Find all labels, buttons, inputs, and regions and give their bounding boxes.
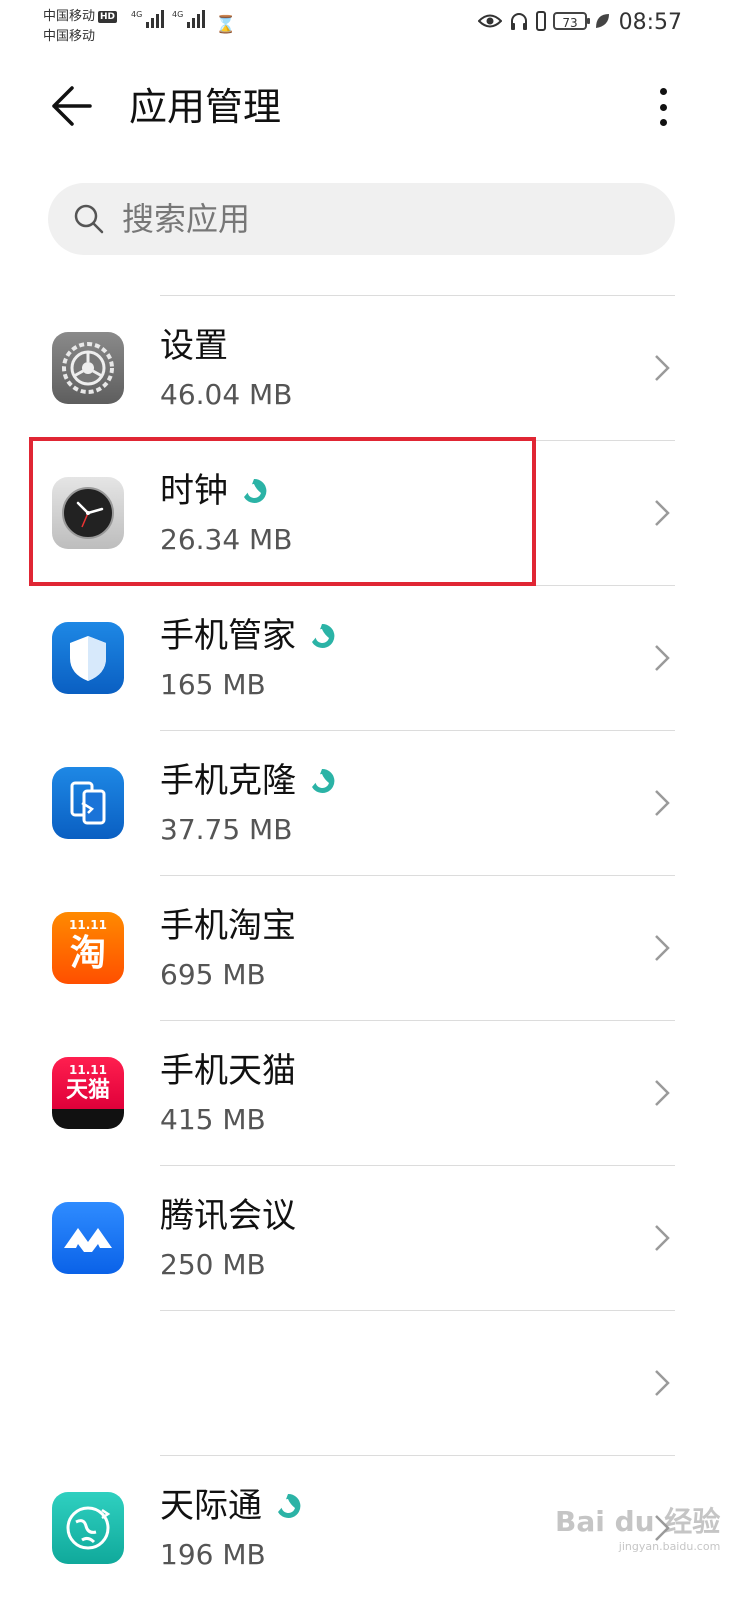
chevron-right-icon	[655, 790, 670, 816]
chevron-right-icon	[655, 500, 670, 526]
carrier-2: 中国移动	[43, 29, 96, 44]
network-type-2: 4G	[172, 10, 184, 19]
settings-icon	[52, 332, 124, 404]
carrier-1: 中国移动	[43, 9, 96, 24]
chevron-right-icon	[655, 1225, 670, 1251]
taobao-icon: 11.11 淘	[52, 912, 124, 984]
more-dot	[659, 103, 667, 111]
status-bar: 中国移动 HD 中国移动 4G 4G ⌛ 73 08:57	[0, 0, 738, 56]
signal-icon: 4G	[131, 10, 165, 28]
watermark-text: Bai du 经验	[555, 1505, 721, 1538]
watermark: Bai du 经验 jingyan.baidu.com	[555, 1500, 720, 1553]
app-size: 695 MB	[160, 958, 266, 991]
taobao-icon-top: 11.11	[69, 918, 107, 932]
app-size: 46.04 MB	[160, 378, 293, 411]
phone-clone-icon	[52, 767, 124, 839]
verified-badge-icon	[312, 623, 335, 648]
more-options-button[interactable]	[650, 86, 676, 128]
back-button[interactable]	[50, 84, 94, 128]
tmall-icon-text: 天猫	[65, 1078, 110, 1103]
chevron-right-icon	[655, 1370, 670, 1396]
eye-icon	[478, 14, 502, 28]
app-item-tmall[interactable]: 11.11 天猫 手机天猫 415 MB	[0, 1020, 738, 1165]
app-item-blank[interactable]	[0, 1310, 738, 1455]
app-size: 196 MB	[160, 1538, 266, 1571]
search-input[interactable]	[120, 199, 604, 239]
hd-badge: HD	[98, 11, 118, 23]
more-dot	[659, 88, 667, 95]
chevron-right-icon	[655, 645, 670, 671]
highlight-box	[29, 437, 536, 586]
chevron-right-icon	[655, 935, 670, 961]
divider	[160, 1165, 675, 1166]
app-name: 腾讯会议	[160, 1196, 296, 1236]
divider	[160, 730, 675, 731]
app-item-phone-clone[interactable]: 手机克隆 37.75 MB	[0, 730, 738, 875]
status-time: 08:57	[618, 10, 682, 35]
app-size: 250 MB	[160, 1248, 266, 1281]
signal-icon: 4G	[172, 10, 206, 28]
divider	[160, 1310, 675, 1311]
vibrate-icon	[536, 11, 546, 31]
app-size: 165 MB	[160, 668, 266, 701]
app-item-phone-manager[interactable]: 手机管家 165 MB	[0, 585, 738, 730]
back-arrow-icon	[52, 86, 92, 126]
tmall-icon: 11.11 天猫	[52, 1057, 124, 1129]
app-name: 天际通	[160, 1483, 302, 1529]
divider	[160, 295, 675, 296]
leaf-icon	[596, 14, 609, 28]
search-bar[interactable]	[48, 183, 675, 255]
app-name: 设置	[160, 326, 228, 366]
app-name: 手机克隆	[160, 758, 336, 804]
verified-badge-icon	[312, 768, 335, 793]
app-name: 手机淘宝	[160, 906, 296, 946]
app-size: 415 MB	[160, 1103, 266, 1136]
page-title: 应用管理	[129, 85, 282, 129]
app-item-settings[interactable]: 设置 46.04 MB	[0, 295, 738, 440]
headphones-icon	[511, 13, 527, 30]
app-size: 37.75 MB	[160, 813, 293, 846]
more-dot	[659, 119, 667, 126]
taobao-icon-text: 淘	[69, 933, 106, 974]
carrier-info: 中国移动 HD 中国移动	[43, 7, 118, 47]
network-type-1: 4G	[131, 10, 143, 19]
chevron-right-icon	[655, 1080, 670, 1106]
tmall-icon-top: 11.11	[69, 1063, 107, 1077]
divider	[160, 1455, 675, 1456]
status-icons: 73	[478, 11, 610, 31]
divider	[160, 1020, 675, 1021]
watermark-subtext: jingyan.baidu.com	[618, 1540, 721, 1553]
skytone-icon	[52, 1492, 124, 1564]
divider	[160, 875, 675, 876]
verified-badge-icon	[278, 1493, 301, 1518]
app-name: 手机管家	[160, 613, 336, 659]
app-item-taobao[interactable]: 11.11 淘 手机淘宝 695 MB	[0, 875, 738, 1020]
hourglass-icon: ⌛	[215, 15, 237, 35]
app-name: 手机天猫	[160, 1051, 296, 1091]
tencent-meeting-icon	[52, 1202, 124, 1274]
battery-indicator: 73	[553, 12, 590, 30]
app-item-tencent-meeting[interactable]: 腾讯会议 250 MB	[0, 1165, 738, 1310]
search-icon	[74, 204, 104, 234]
phone-manager-icon	[52, 622, 124, 694]
chevron-right-icon	[655, 355, 670, 381]
